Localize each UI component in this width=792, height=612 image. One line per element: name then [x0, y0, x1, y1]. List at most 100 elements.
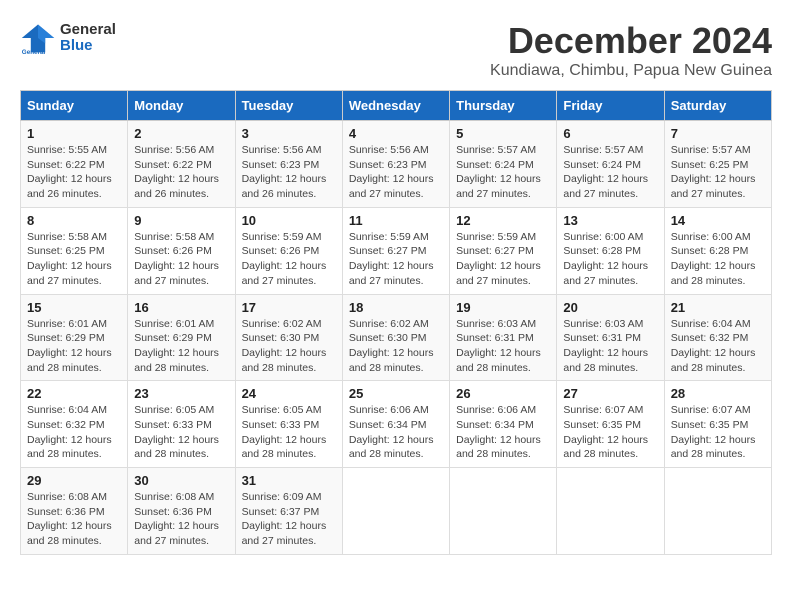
- calendar-day-18: 18 Sunrise: 6:02 AM Sunset: 6:30 PM Dayli…: [342, 294, 449, 381]
- calendar-day-27: 27 Sunrise: 6:07 AM Sunset: 6:35 PM Dayli…: [557, 381, 664, 468]
- empty-cell: [557, 468, 664, 555]
- day-info: Sunrise: 6:05 AM Sunset: 6:33 PM Dayligh…: [134, 403, 228, 462]
- day-info: Sunrise: 6:06 AM Sunset: 6:34 PM Dayligh…: [456, 403, 550, 462]
- title-area: December 2024 Kundiawa, Chimbu, Papua Ne…: [490, 20, 772, 80]
- calendar-day-20: 20 Sunrise: 6:03 AM Sunset: 6:31 PM Dayli…: [557, 294, 664, 381]
- calendar-day-5: 5 Sunrise: 5:57 AM Sunset: 6:24 PM Daylig…: [450, 121, 557, 208]
- day-number: 30: [134, 473, 228, 488]
- weekday-header-friday: Friday: [557, 91, 664, 121]
- day-info: Sunrise: 5:59 AM Sunset: 6:27 PM Dayligh…: [349, 230, 443, 289]
- calendar-day-19: 19 Sunrise: 6:03 AM Sunset: 6:31 PM Dayli…: [450, 294, 557, 381]
- day-number: 29: [27, 473, 121, 488]
- calendar-day-7: 7 Sunrise: 5:57 AM Sunset: 6:25 PM Daylig…: [664, 121, 771, 208]
- day-number: 2: [134, 126, 228, 141]
- weekday-header-thursday: Thursday: [450, 91, 557, 121]
- day-number: 28: [671, 386, 765, 401]
- day-info: Sunrise: 6:04 AM Sunset: 6:32 PM Dayligh…: [671, 317, 765, 376]
- day-number: 18: [349, 300, 443, 315]
- day-number: 13: [563, 213, 657, 228]
- calendar-day-30: 30 Sunrise: 6:08 AM Sunset: 6:36 PM Dayli…: [128, 468, 235, 555]
- day-info: Sunrise: 6:03 AM Sunset: 6:31 PM Dayligh…: [456, 317, 550, 376]
- page-title: December 2024: [490, 20, 772, 62]
- calendar-day-11: 11 Sunrise: 5:59 AM Sunset: 6:27 PM Dayli…: [342, 207, 449, 294]
- day-number: 5: [456, 126, 550, 141]
- day-number: 27: [563, 386, 657, 401]
- day-info: Sunrise: 5:57 AM Sunset: 6:24 PM Dayligh…: [563, 143, 657, 202]
- page-subtitle: Kundiawa, Chimbu, Papua New Guinea: [490, 62, 772, 80]
- day-number: 24: [242, 386, 336, 401]
- logo-line1: General: [60, 22, 116, 39]
- empty-cell: [450, 468, 557, 555]
- calendar-day-1: 1 Sunrise: 5:55 AM Sunset: 6:22 PM Daylig…: [21, 121, 128, 208]
- weekday-header-monday: Monday: [128, 91, 235, 121]
- calendar-day-21: 21 Sunrise: 6:04 AM Sunset: 6:32 PM Dayli…: [664, 294, 771, 381]
- header: General General Blue December 2024 Kundi…: [20, 20, 772, 80]
- day-number: 6: [563, 126, 657, 141]
- day-info: Sunrise: 6:07 AM Sunset: 6:35 PM Dayligh…: [671, 403, 765, 462]
- day-info: Sunrise: 6:06 AM Sunset: 6:34 PM Dayligh…: [349, 403, 443, 462]
- calendar-day-22: 22Sunrise: 6:04 AM Sunset: 6:32 PM Dayli…: [21, 381, 128, 468]
- day-info: Sunrise: 5:57 AM Sunset: 6:24 PM Dayligh…: [456, 143, 550, 202]
- day-info: Sunrise: 6:09 AM Sunset: 6:37 PM Dayligh…: [242, 490, 336, 549]
- day-number: 14: [671, 213, 765, 228]
- day-info: Sunrise: 5:56 AM Sunset: 6:23 PM Dayligh…: [349, 143, 443, 202]
- day-number: 4: [349, 126, 443, 141]
- day-number: 7: [671, 126, 765, 141]
- calendar-day-28: 28 Sunrise: 6:07 AM Sunset: 6:35 PM Dayli…: [664, 381, 771, 468]
- day-number: 12: [456, 213, 550, 228]
- calendar-week-3: 15Sunrise: 6:01 AM Sunset: 6:29 PM Dayli…: [21, 294, 772, 381]
- calendar-day-15: 15Sunrise: 6:01 AM Sunset: 6:29 PM Dayli…: [21, 294, 128, 381]
- day-info: Sunrise: 6:00 AM Sunset: 6:28 PM Dayligh…: [671, 230, 765, 289]
- calendar-day-8: 8Sunrise: 5:58 AM Sunset: 6:25 PM Daylig…: [21, 207, 128, 294]
- logo: General General Blue: [20, 20, 116, 56]
- day-number: 19: [456, 300, 550, 315]
- day-info: Sunrise: 5:57 AM Sunset: 6:25 PM Dayligh…: [671, 143, 765, 202]
- calendar-day-2: 2 Sunrise: 5:56 AM Sunset: 6:22 PM Daylig…: [128, 121, 235, 208]
- calendar-day-31: 31 Sunrise: 6:09 AM Sunset: 6:37 PM Dayli…: [235, 468, 342, 555]
- day-number: 1: [27, 126, 121, 141]
- day-info: Sunrise: 5:56 AM Sunset: 6:22 PM Dayligh…: [134, 143, 228, 202]
- day-number: 3: [242, 126, 336, 141]
- calendar-day-29: 29 Sunrise: 6:08 AM Sunset: 6:36 PM Dayli…: [21, 468, 128, 555]
- calendar-day-9: 9Sunrise: 5:58 AM Sunset: 6:26 PM Daylig…: [128, 207, 235, 294]
- calendar-day-26: 26 Sunrise: 6:06 AM Sunset: 6:34 PM Dayli…: [450, 381, 557, 468]
- calendar-day-13: 13 Sunrise: 6:00 AM Sunset: 6:28 PM Dayli…: [557, 207, 664, 294]
- calendar-day-4: 4 Sunrise: 5:56 AM Sunset: 6:23 PM Daylig…: [342, 121, 449, 208]
- weekday-header-tuesday: Tuesday: [235, 91, 342, 121]
- day-number: 16: [134, 300, 228, 315]
- calendar-day-3: 3Sunrise: 5:56 AM Sunset: 6:23 PM Daylig…: [235, 121, 342, 208]
- day-info: Sunrise: 6:08 AM Sunset: 6:36 PM Dayligh…: [134, 490, 228, 549]
- svg-text:General: General: [22, 49, 46, 56]
- day-info: Sunrise: 6:03 AM Sunset: 6:31 PM Dayligh…: [563, 317, 657, 376]
- day-info: Sunrise: 6:01 AM Sunset: 6:29 PM Dayligh…: [134, 317, 228, 376]
- calendar-week-5: 29 Sunrise: 6:08 AM Sunset: 6:36 PM Dayli…: [21, 468, 772, 555]
- day-number: 21: [671, 300, 765, 315]
- day-info: Sunrise: 6:01 AM Sunset: 6:29 PM Dayligh…: [27, 317, 121, 376]
- day-info: Sunrise: 6:05 AM Sunset: 6:33 PM Dayligh…: [242, 403, 336, 462]
- day-info: Sunrise: 5:58 AM Sunset: 6:26 PM Dayligh…: [134, 230, 228, 289]
- day-number: 23: [134, 386, 228, 401]
- calendar-day-16: 16 Sunrise: 6:01 AM Sunset: 6:29 PM Dayli…: [128, 294, 235, 381]
- calendar-day-17: 17 Sunrise: 6:02 AM Sunset: 6:30 PM Dayli…: [235, 294, 342, 381]
- day-number: 8: [27, 213, 121, 228]
- day-number: 20: [563, 300, 657, 315]
- day-info: Sunrise: 5:55 AM Sunset: 6:22 PM Dayligh…: [27, 143, 121, 202]
- day-info: Sunrise: 6:08 AM Sunset: 6:36 PM Dayligh…: [27, 490, 121, 549]
- calendar-day-6: 6 Sunrise: 5:57 AM Sunset: 6:24 PM Daylig…: [557, 121, 664, 208]
- calendar-day-12: 12 Sunrise: 5:59 AM Sunset: 6:27 PM Dayli…: [450, 207, 557, 294]
- day-info: Sunrise: 6:02 AM Sunset: 6:30 PM Dayligh…: [349, 317, 443, 376]
- day-info: Sunrise: 5:59 AM Sunset: 6:26 PM Dayligh…: [242, 230, 336, 289]
- day-number: 11: [349, 213, 443, 228]
- day-info: Sunrise: 6:00 AM Sunset: 6:28 PM Dayligh…: [563, 230, 657, 289]
- day-number: 17: [242, 300, 336, 315]
- day-info: Sunrise: 6:02 AM Sunset: 6:30 PM Dayligh…: [242, 317, 336, 376]
- day-info: Sunrise: 6:07 AM Sunset: 6:35 PM Dayligh…: [563, 403, 657, 462]
- calendar-day-25: 25 Sunrise: 6:06 AM Sunset: 6:34 PM Dayli…: [342, 381, 449, 468]
- day-number: 22: [27, 386, 121, 401]
- day-number: 31: [242, 473, 336, 488]
- day-number: 26: [456, 386, 550, 401]
- day-number: 25: [349, 386, 443, 401]
- empty-cell: [664, 468, 771, 555]
- calendar-week-4: 22Sunrise: 6:04 AM Sunset: 6:32 PM Dayli…: [21, 381, 772, 468]
- day-info: Sunrise: 5:59 AM Sunset: 6:27 PM Dayligh…: [456, 230, 550, 289]
